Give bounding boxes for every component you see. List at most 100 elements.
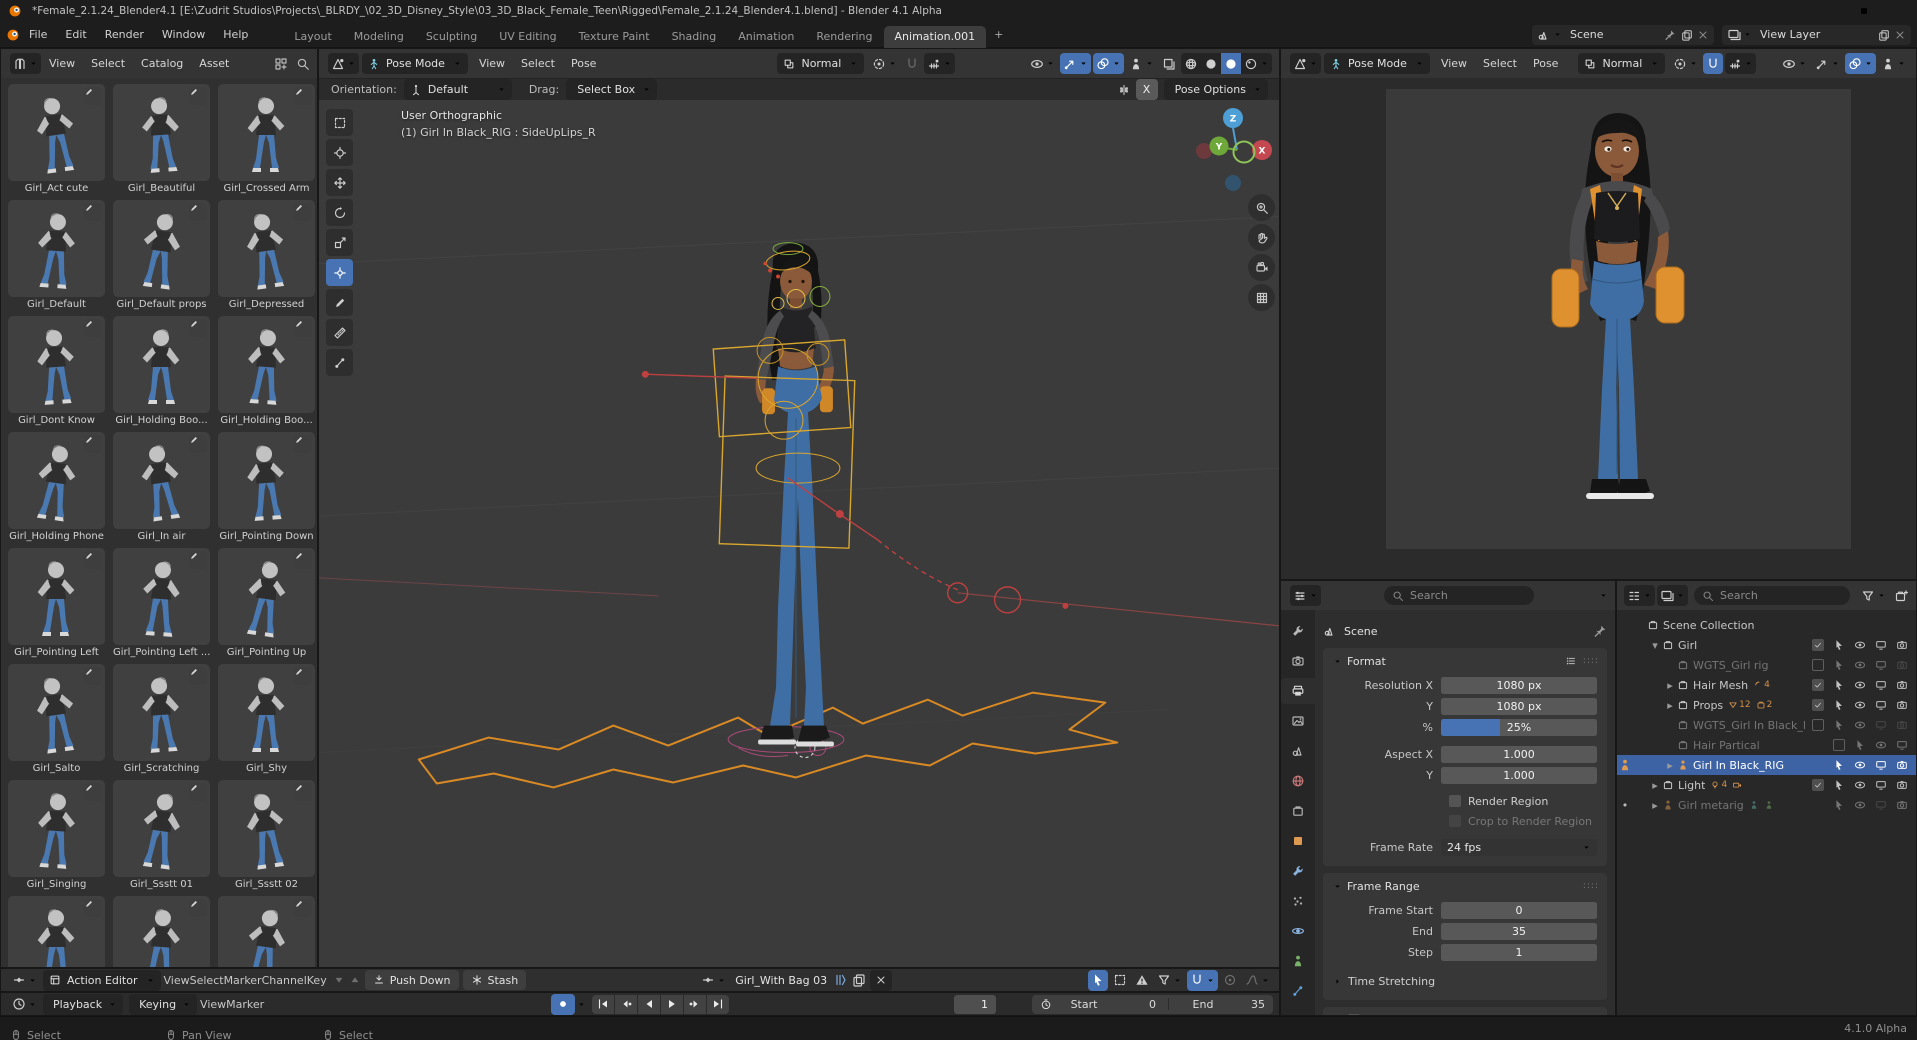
dope-mode-dropdown[interactable]: Action Editor: [43, 970, 161, 991]
asset-card[interactable]: Girl_Pointing Left ...: [113, 548, 210, 658]
move-down-icon[interactable]: [333, 974, 345, 986]
display-settings-icon[interactable]: [274, 57, 288, 71]
field-value[interactable]: 1080 px: [1441, 698, 1597, 715]
asset-card-partial[interactable]: [113, 896, 210, 967]
scene-name[interactable]: Scene: [1570, 28, 1656, 41]
delete-scene-icon[interactable]: [1697, 29, 1709, 41]
viewport-camera-view-button[interactable]: [1248, 254, 1275, 281]
toggle-camera-x[interactable]: [1891, 719, 1912, 731]
delete-view-layer-icon[interactable]: [1894, 29, 1906, 41]
asset-card[interactable]: Girl_Singing: [8, 780, 105, 890]
edit-pose-badge[interactable]: [189, 667, 207, 685]
panel-drag-icon[interactable]: ::::: [1583, 881, 1599, 891]
expander[interactable]: ▸: [1663, 699, 1677, 712]
only-errors-button[interactable]: [1132, 970, 1152, 991]
unlink-action-button[interactable]: [870, 970, 892, 991]
pose-options-dropdown[interactable]: Pose Options: [1164, 79, 1268, 100]
toggle-screen[interactable]: [1870, 679, 1891, 691]
tab-modifiers[interactable]: [1281, 858, 1315, 884]
asset-menu-select[interactable]: Select: [83, 54, 133, 73]
tool-move-button[interactable]: [326, 169, 353, 196]
viewport-zoom-button[interactable]: [1248, 194, 1275, 221]
asset-mark-icon[interactable]: [833, 973, 847, 987]
viewport-menu-pose[interactable]: Pose: [563, 54, 604, 73]
overlays-button[interactable]: [1845, 53, 1876, 74]
gizmos-button[interactable]: [1060, 53, 1091, 74]
asset-thumbnail[interactable]: [113, 432, 210, 529]
navigation-gizmo[interactable]: Y Z X: [1191, 104, 1280, 196]
expander[interactable]: ▸: [1663, 679, 1677, 692]
gizmos-button[interactable]: [1812, 53, 1843, 74]
asset-card[interactable]: Girl_Default props: [113, 200, 210, 310]
minimize-button[interactable]: [1819, 2, 1849, 20]
tab-particles[interactable]: [1281, 888, 1315, 914]
asset-card[interactable]: Girl_Ssstt 01: [113, 780, 210, 890]
dope-editor-type-button[interactable]: [9, 970, 40, 991]
auto-keying-record-button[interactable]: [551, 994, 575, 1015]
asset-thumbnail[interactable]: [113, 84, 210, 181]
tab-tool[interactable]: [1281, 618, 1315, 644]
outliner-row[interactable]: ▸Light4: [1617, 775, 1916, 795]
preview-mode-dropdown[interactable]: Pose Mode: [1324, 53, 1430, 74]
field-value[interactable]: 1.000: [1441, 767, 1597, 784]
asset-card-partial[interactable]: [218, 896, 315, 967]
workspace-tab-texture-paint[interactable]: Texture Paint: [568, 26, 661, 48]
mode-dropdown[interactable]: Pose Mode: [362, 53, 468, 74]
keying-dropdown[interactable]: Keying: [129, 994, 197, 1015]
snap-button[interactable]: [1187, 970, 1218, 991]
topbar-menu-render[interactable]: Render: [96, 25, 153, 44]
asset-card[interactable]: Girl_Holding Phone: [8, 432, 105, 542]
toggle-camera[interactable]: [1891, 699, 1912, 711]
asset-card[interactable]: Girl_Default: [8, 200, 105, 310]
xray-toggle-button[interactable]: [1878, 53, 1909, 74]
xray-toggle-button[interactable]: [1126, 53, 1157, 74]
toggle-pointer[interactable]: [1849, 739, 1870, 751]
workspace-tab-shading[interactable]: Shading: [661, 26, 728, 48]
asset-thumbnail[interactable]: [113, 316, 210, 413]
preview-pivot-button[interactable]: [1670, 53, 1701, 74]
tab-collection[interactable]: [1281, 798, 1315, 824]
asset-thumbnail[interactable]: [218, 316, 315, 413]
workspace-tab-uv-editing[interactable]: UV Editing: [488, 26, 567, 48]
interpolation-button[interactable]: [1242, 970, 1273, 991]
viewport-menu-select[interactable]: Select: [513, 54, 563, 73]
edit-pose-badge[interactable]: [294, 319, 312, 337]
outliner-item-label[interactable]: Light: [1678, 779, 1705, 792]
edit-pose-badge[interactable]: [294, 435, 312, 453]
asset-menu-view[interactable]: View: [41, 54, 83, 73]
outliner-row[interactable]: WGTS_Girl In Black_l: [1617, 715, 1916, 735]
properties-editor-type-button[interactable]: [1290, 585, 1321, 606]
outliner-item-label[interactable]: Girl In Black_RIG: [1693, 759, 1784, 772]
proportional-edit-button[interactable]: [1220, 970, 1240, 991]
toggle-pointer[interactable]: [1828, 799, 1849, 811]
workspace-tab-animation-001[interactable]: Animation.001: [884, 26, 987, 48]
outliner-item-label[interactable]: Hair Mesh: [1693, 679, 1748, 692]
asset-card[interactable]: Girl_Pointing Down: [218, 432, 315, 542]
end-value[interactable]: 35: [1231, 998, 1265, 1011]
workspace-tab-sculpting[interactable]: Sculpting: [415, 26, 488, 48]
maximize-button[interactable]: [1849, 2, 1879, 20]
asset-thumbnail[interactable]: [8, 200, 105, 297]
blender-app-menu-icon[interactable]: [6, 28, 20, 42]
edit-pose-badge[interactable]: [189, 203, 207, 221]
edit-pose-badge[interactable]: [294, 667, 312, 685]
preview-menu-pose[interactable]: Pose: [1525, 54, 1566, 73]
toggle-eye[interactable]: [1849, 799, 1870, 811]
duplicate-action-icon[interactable]: [852, 973, 866, 987]
tab-view-layer[interactable]: [1281, 708, 1315, 734]
edit-pose-badge[interactable]: [84, 667, 102, 685]
asset-thumbnail[interactable]: [8, 316, 105, 413]
start-value[interactable]: 0: [1116, 998, 1156, 1011]
toggle-eye[interactable]: [1849, 639, 1870, 651]
tool-scale-button[interactable]: [326, 229, 353, 256]
tab-bone[interactable]: [1281, 978, 1315, 1004]
expander[interactable]: ▸: [1648, 799, 1662, 812]
breadcrumb[interactable]: Scene: [1344, 625, 1378, 638]
toggle-eye[interactable]: [1849, 659, 1870, 671]
jump-to-end-button[interactable]: [707, 995, 729, 1014]
search-icon[interactable]: [296, 57, 310, 71]
expander[interactable]: ▸: [1663, 759, 1677, 772]
outliner-item-label[interactable]: Hair Partical: [1693, 739, 1760, 752]
edit-pose-badge[interactable]: [189, 435, 207, 453]
checkbox-row[interactable]: Render Region: [1449, 791, 1607, 811]
